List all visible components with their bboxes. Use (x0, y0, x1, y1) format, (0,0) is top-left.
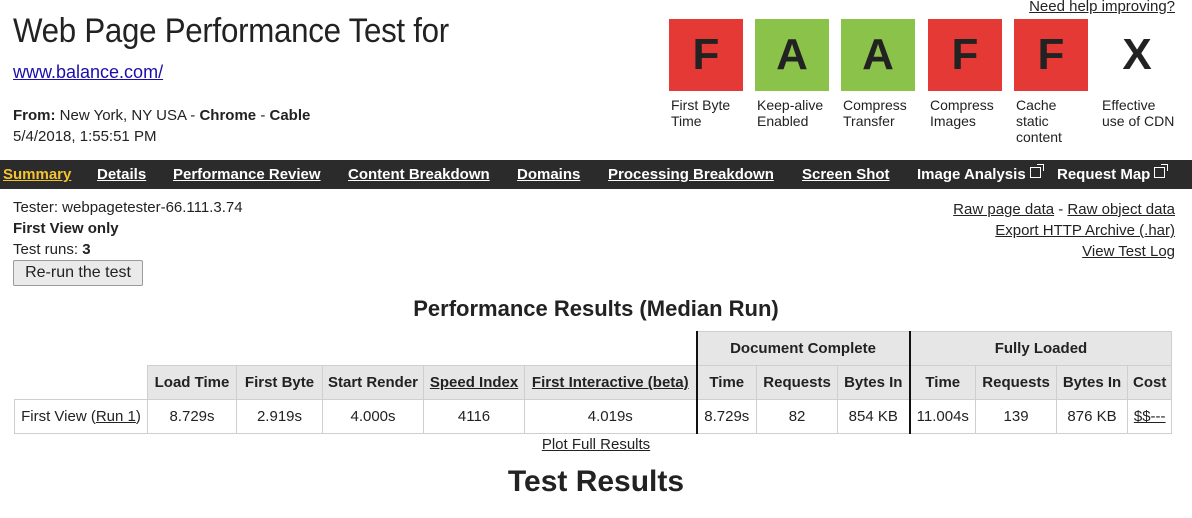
export-har-link[interactable]: Export HTTP Archive (.har) (995, 222, 1175, 239)
plot-full-results-container: Plot Full Results (0, 436, 1192, 453)
grade-keep-alive[interactable]: A Keep-alive Enabled (755, 19, 829, 129)
plot-full-results-link[interactable]: Plot Full Results (542, 436, 650, 453)
grade-letter: A (841, 19, 915, 91)
tab-request-map-label: Request Map (1057, 166, 1151, 183)
col-first-interactive[interactable]: First Interactive (beta) (524, 365, 698, 400)
speed-index-value: 4116 (423, 399, 526, 434)
col-full-bytes: Bytes In (1056, 365, 1129, 400)
connection: Cable (269, 107, 311, 124)
rerun-test-button[interactable]: Re-run the test (13, 260, 143, 286)
grade-first-byte[interactable]: F First Byte Time (669, 19, 743, 129)
test-location-line: From: New York, NY USA - Chrome - Cable (13, 107, 310, 124)
tab-processing-breakdown[interactable]: Processing Breakdown (608, 160, 774, 189)
col-speed-index[interactable]: Speed Index (423, 365, 526, 400)
load-time-value: 8.729s (147, 399, 237, 434)
col-full-time: Time (908, 365, 977, 400)
external-link-icon (1154, 164, 1169, 178)
blank-cell (147, 331, 237, 366)
cost-link[interactable]: $$--- (1134, 408, 1166, 425)
page-title: Web Page Performance Test for (13, 12, 449, 50)
test-date: 5/4/2018, 1:55:51 PM (13, 128, 157, 145)
location: New York, NY USA (59, 107, 187, 124)
start-render-value: 4.000s (321, 399, 425, 434)
first-byte-value: 2.919s (236, 399, 323, 434)
grade-compress-images[interactable]: F Compress Images (928, 19, 1002, 129)
doc-time-value: 8.729s (695, 399, 758, 434)
col-doc-time: Time (695, 365, 758, 400)
tab-screen-shot[interactable]: Screen Shot (802, 160, 890, 189)
tab-content-breakdown[interactable]: Content Breakdown (348, 160, 490, 189)
grade-label: First Byte Time (671, 97, 731, 129)
blank-cell (423, 331, 525, 366)
col-full-requests: Requests (975, 365, 1058, 400)
blank-cell (322, 331, 424, 366)
table-row: First View (Run 1) 8.729s 2.919s 4.000s … (14, 399, 1173, 434)
blank-cell (236, 331, 323, 366)
full-bytes-value: 876 KB (1056, 399, 1129, 434)
col-doc-requests: Requests (756, 365, 839, 400)
view-test-log-link[interactable]: View Test Log (1082, 243, 1175, 260)
external-link-icon (1029, 164, 1044, 178)
grade-letter: A (755, 19, 829, 91)
test-results-heading: Test Results (507, 465, 685, 498)
grade-compress-transfer[interactable]: A Compress Transfer (841, 19, 915, 129)
group-document-complete: Document Complete (695, 331, 911, 366)
tab-request-map[interactable]: Request Map (1057, 160, 1169, 189)
raw-object-data-link[interactable]: Raw object data (1067, 201, 1175, 218)
doc-bytes-value: 854 KB (837, 399, 911, 434)
first-view-only: First View only (13, 220, 119, 237)
test-runs-label: Test runs: (13, 241, 83, 258)
doc-requests-value: 82 (756, 399, 839, 434)
main-nav: Summary Details Performance Review Conte… (0, 160, 1192, 189)
separator: - (256, 107, 270, 124)
grade-label: Compress Transfer (843, 97, 907, 129)
test-runs: Test runs: 3 (13, 241, 91, 258)
from-label: From: (13, 107, 56, 124)
tester-info: Tester: webpagetester-66.111.3.74 (13, 199, 243, 216)
tested-url-link[interactable]: www.balance.com/ (13, 62, 163, 83)
grade-letter: F (1014, 19, 1088, 91)
performance-results-table: Document Complete Fully Loaded Load Time… (14, 331, 1173, 434)
tab-image-analysis-label: Image Analysis (917, 166, 1026, 183)
row-label-suffix: ) (135, 408, 141, 425)
run-1-link[interactable]: Run 1 (96, 408, 136, 425)
grade-label: Cache static content (1016, 97, 1062, 145)
group-fully-loaded: Fully Loaded (908, 331, 1173, 366)
row-label-prefix: First View ( (21, 408, 96, 425)
data-links: Raw page data - Raw object data Export H… (953, 199, 1175, 262)
grade-cache-static[interactable]: F Cache static content (1014, 19, 1088, 145)
separator: - (1054, 201, 1068, 218)
full-time-value: 11.004s (908, 399, 977, 434)
grade-label: Effective use of CDN (1102, 97, 1175, 129)
grade-letter: F (669, 19, 743, 91)
grade-letter: X (1100, 19, 1174, 91)
grade-cdn[interactable]: X Effective use of CDN (1100, 19, 1180, 129)
col-cost: Cost (1127, 365, 1173, 400)
col-first-byte: First Byte (236, 365, 323, 400)
col-start-render: Start Render (321, 365, 425, 400)
tab-performance-review[interactable]: Performance Review (173, 160, 321, 189)
cost-cell: $$--- (1127, 399, 1173, 434)
blank-cell (524, 331, 697, 366)
browser: Chrome (199, 107, 257, 124)
grade-label: Keep-alive Enabled (757, 97, 824, 129)
help-improving-link[interactable]: Need help improving? (1029, 0, 1175, 15)
blank-cell (14, 331, 148, 366)
first-interactive-value: 4.019s (524, 399, 698, 434)
col-doc-bytes: Bytes In (837, 365, 911, 400)
test-runs-value: 3 (82, 241, 91, 258)
col-load-time: Load Time (147, 365, 237, 400)
tab-summary[interactable]: Summary (3, 160, 71, 189)
tab-image-analysis[interactable]: Image Analysis (917, 160, 1044, 189)
separator: - (186, 107, 200, 124)
raw-page-data-link[interactable]: Raw page data (953, 201, 1054, 218)
blank-cell (14, 365, 148, 400)
performance-results-title: Performance Results (Median Run) (413, 296, 779, 321)
grade-label: Compress Images (930, 97, 994, 129)
grade-letter: F (928, 19, 1002, 91)
row-label: First View (Run 1) (14, 399, 148, 434)
full-requests-value: 139 (975, 399, 1058, 434)
tab-details[interactable]: Details (97, 160, 146, 189)
tab-domains[interactable]: Domains (517, 160, 580, 189)
